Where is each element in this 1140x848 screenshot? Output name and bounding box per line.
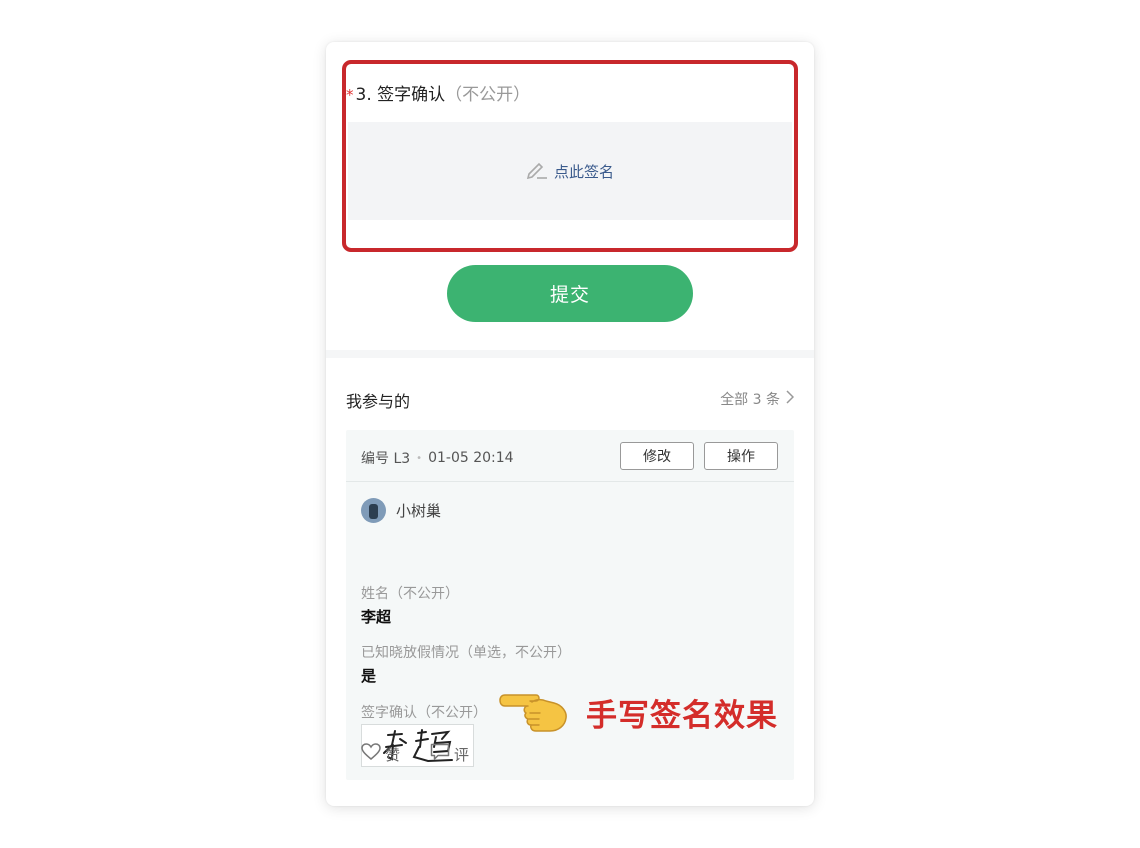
- meta-separator: •: [416, 452, 423, 464]
- username: 小树巢: [396, 502, 442, 520]
- entry-actions: 赞 评: [361, 743, 469, 765]
- sign-here-label: 点此签名: [553, 162, 614, 181]
- section-title: 我参与的: [346, 392, 411, 411]
- signature-pad[interactable]: 点此签名: [348, 122, 792, 220]
- question-title: * 3. 签字确认（不公开）: [346, 80, 530, 105]
- pencil-icon: [526, 159, 548, 183]
- operate-button[interactable]: 操作: [704, 442, 778, 470]
- field-label-name: 姓名（不公开）: [361, 586, 459, 602]
- view-all-link[interactable]: 全部 3 条: [720, 389, 795, 409]
- pointing-hand-icon: [496, 686, 570, 738]
- chevron-right-icon: [786, 390, 795, 408]
- sign-here-button[interactable]: 点此签名: [526, 159, 614, 183]
- view-all-label: 全部 3 条: [720, 392, 780, 408]
- entry-header: 编号 L3 • 01-05 20:14 修改 操作: [346, 430, 794, 482]
- comment-button[interactable]: 评: [430, 743, 469, 765]
- annotation: 手写签名效果: [496, 686, 778, 738]
- entry-number: 编号 L3: [361, 451, 411, 467]
- required-mark: *: [346, 86, 354, 104]
- field-label-holiday: 已知晓放假情况（单选，不公开）: [361, 645, 571, 661]
- like-label: 赞: [385, 745, 401, 764]
- section-divider: [326, 350, 814, 358]
- field-label-signature: 签字确认（不公开）: [361, 705, 487, 721]
- like-button[interactable]: 赞: [361, 743, 400, 765]
- entry-user: 小树巢: [361, 498, 441, 523]
- submit-button[interactable]: 提交: [447, 265, 693, 322]
- field-value-holiday: 是: [361, 667, 377, 685]
- field-value-name: 李超: [361, 608, 392, 626]
- annotation-text: 手写签名效果: [586, 697, 778, 734]
- entry-meta: 编号 L3 • 01-05 20:14: [361, 448, 514, 468]
- question-hint: （不公开）: [445, 85, 531, 105]
- question-title-text: 3. 签字确认: [355, 85, 446, 105]
- edit-button[interactable]: 修改: [620, 442, 694, 470]
- entry-timestamp: 01-05 20:14: [428, 450, 514, 466]
- comment-label: 评: [454, 745, 470, 764]
- comment-icon: [430, 743, 450, 765]
- heart-icon: [361, 743, 381, 765]
- avatar: [361, 498, 386, 523]
